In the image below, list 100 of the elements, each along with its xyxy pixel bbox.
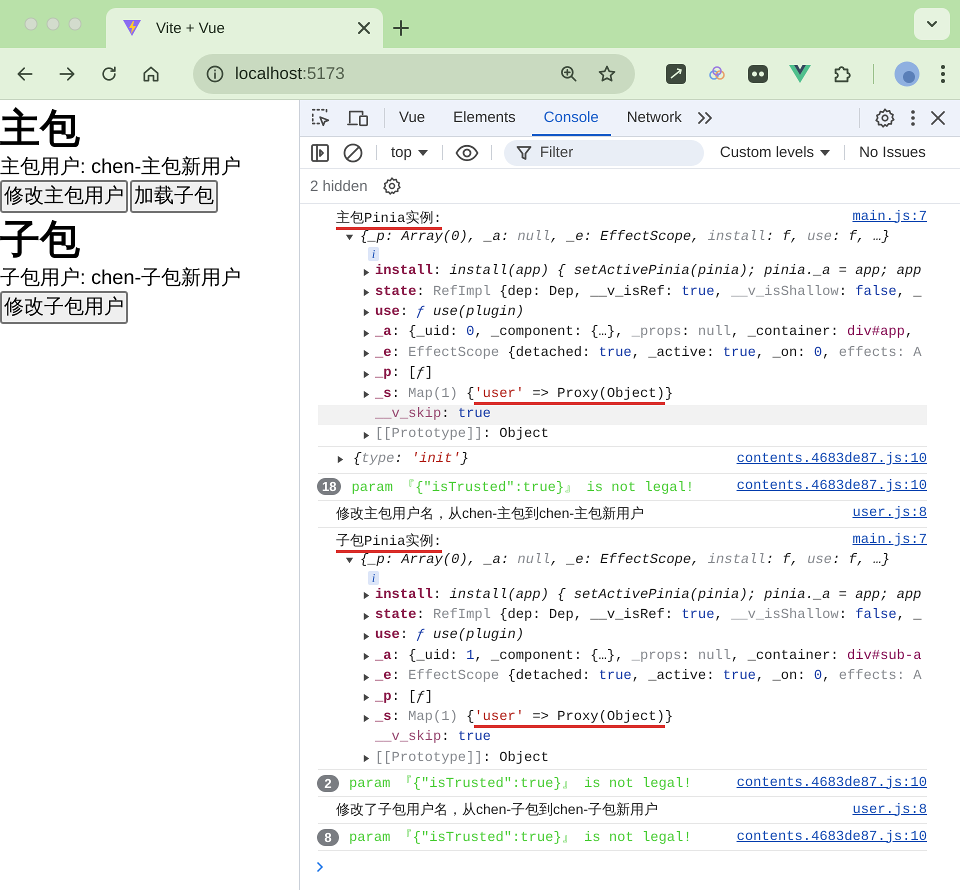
log-text: 修改了子包用户名，从chen-子包到chen-子包新用户 <box>336 801 658 820</box>
triangle-icon[interactable] <box>362 349 371 358</box>
triangle-icon[interactable] <box>362 370 371 379</box>
settings-icon[interactable] <box>382 176 402 196</box>
property-text: _e: EffectScope {detached: true, _active: true, _on: 0, effects: A <box>375 668 922 686</box>
browser-tab[interactable]: Vite + Vue <box>106 8 383 48</box>
triangle-icon[interactable] <box>362 612 371 621</box>
square-icon[interactable] <box>665 62 687 84</box>
url-text: localhost:5173 <box>235 64 345 84</box>
triangle-icon[interactable] <box>362 430 371 440</box>
property-row[interactable]: [[Prototype]]: Object <box>318 425 927 446</box>
repeat-count: 2 <box>317 774 339 792</box>
triangle-icon[interactable] <box>362 632 371 641</box>
close-icon[interactable] <box>357 21 371 35</box>
triangle-icon[interactable] <box>345 556 354 566</box>
property-row[interactable]: _p: [ƒ] <box>318 364 927 384</box>
property-row[interactable]: state: RefImpl {dep: Dep, __v_isRef: true, __v_isShallow: false, _ <box>318 282 927 303</box>
property-row[interactable]: __v_skip: true <box>318 728 927 749</box>
page-button[interactable]: 修改主包用户 <box>0 180 128 213</box>
clear-icon[interactable] <box>342 142 364 164</box>
devtools-tab[interactable]: Vue <box>387 100 438 136</box>
info-icon[interactable] <box>205 64 225 84</box>
property-row[interactable]: use: ƒ use(plugin) <box>318 302 927 324</box>
object-preview: {_p: Array(0), _a: null, _e: EffectScope, install: f, use: f, …} <box>360 230 890 244</box>
property-text: state: RefImpl {dep: Dep, __v_isRef: true, __v_isShallow: false, _ <box>375 284 922 302</box>
triangle-icon[interactable] <box>362 591 371 600</box>
property-row[interactable]: _s: Map(1) {'user' => Proxy(Object)} <box>318 708 927 728</box>
filter-input[interactable]: Filter <box>540 144 690 161</box>
page-button[interactable]: 加载子包 <box>130 180 218 213</box>
property-row[interactable]: _a: {_uid: 1, _component: {…}, _props: null, _container: div#sub-a <box>318 646 927 668</box>
property-row[interactable]: _p: [ƒ] <box>318 687 927 708</box>
avatar-icon[interactable] <box>894 60 920 86</box>
triangle-icon[interactable] <box>362 308 371 318</box>
property-row[interactable]: _e: EffectScope {detached: true, _active: true, _on: 0, effects: A <box>318 667 927 688</box>
devtools-tab[interactable]: Console <box>532 100 611 136</box>
property-text: __v_skip: true <box>375 406 491 424</box>
property-text: _e: EffectScope {detached: true, _active: true, _on: 0, effects: A <box>375 344 922 363</box>
tab-title: Vite + Vue <box>156 20 226 36</box>
triangle-icon[interactable] <box>345 232 354 242</box>
new-tab-icon[interactable] <box>393 20 409 36</box>
triangle-icon[interactable] <box>362 328 371 338</box>
context-dropdown[interactable]: top <box>389 137 430 168</box>
property-text: _a: {_uid: 1, _component: {…}, _props: null, _container: div#sub-a <box>375 648 922 666</box>
property-text: __v_skip: true <box>375 729 491 748</box>
settings-icon[interactable] <box>874 107 896 129</box>
info-badge: i <box>368 247 379 261</box>
triangle-icon[interactable] <box>362 693 371 702</box>
property-row[interactable]: __v_skip: true <box>318 404 927 426</box>
devtools-tab[interactable]: Network <box>614 100 694 136</box>
zoom-icon[interactable] <box>559 64 579 84</box>
more-icon[interactable] <box>940 64 946 84</box>
triangle-icon[interactable] <box>362 652 371 662</box>
source-link[interactable]: main.js:7 <box>852 210 927 224</box>
source-link[interactable]: contents.4683de87.js:10 <box>736 479 927 494</box>
more-icon[interactable] <box>910 109 916 127</box>
devtools-tab[interactable]: Elements <box>441 100 528 136</box>
star-icon[interactable] <box>597 64 617 84</box>
property-text: [[Prototype]]: Object <box>375 750 549 768</box>
triangle-icon[interactable] <box>362 390 371 400</box>
triangle-icon[interactable] <box>362 714 371 723</box>
source-link[interactable]: user.js:8 <box>852 506 927 522</box>
property-row[interactable]: install: install(app) { setActivePinia(pinia); pinia._a = app; app <box>318 586 927 606</box>
log-text: 修改主包用户名，从chen-主包到chen-主包新用户 <box>336 504 644 523</box>
levels-dropdown[interactable]: Custom levels <box>718 137 832 168</box>
filter-field[interactable]: Filter <box>504 140 704 166</box>
page-button[interactable]: 修改子包用户 <box>0 291 128 324</box>
log-text: 主包Pinia实例: <box>336 204 442 230</box>
property-row[interactable]: install: install(app) { setActivePinia(pinia); pinia._a = app; app <box>318 262 927 282</box>
address-bar[interactable]: localhost:5173 <box>193 54 635 94</box>
property-row[interactable]: use: ƒ use(plugin) <box>318 626 927 647</box>
triangle-icon[interactable] <box>362 754 371 764</box>
sidebar-icon[interactable] <box>310 142 330 162</box>
source-link[interactable]: main.js:7 <box>852 533 927 548</box>
property-row[interactable]: state: RefImpl {dep: Dep, __v_isRef: true, __v_isShallow: false, _ <box>318 606 927 626</box>
property-row[interactable]: _e: EffectScope {detached: true, _active: true, _on: 0, effects: A <box>318 344 927 364</box>
rounded-square-icon[interactable] <box>747 62 769 84</box>
log-text: 子包Pinia实例: <box>336 528 442 554</box>
triangle-icon[interactable] <box>362 288 371 298</box>
object-preview: {_p: Array(0), _a: null, _e: EffectScope, install: f, use: f, …} <box>360 553 890 568</box>
eye-icon[interactable] <box>454 144 479 162</box>
issues-button[interactable]: No Issues <box>857 137 928 168</box>
more-tabs-icon[interactable] <box>696 110 714 126</box>
triangle-icon[interactable] <box>362 268 371 277</box>
caret-icon <box>418 148 428 156</box>
triangle-icon[interactable] <box>336 455 345 464</box>
property-text: state: RefImpl {dep: Dep, __v_isRef: true, __v_isShallow: false, _ <box>375 607 922 626</box>
source-link[interactable]: contents.4683de87.js:10 <box>736 776 927 791</box>
inspect-icon[interactable] <box>310 107 332 129</box>
property-text: _p: [ƒ] <box>375 688 433 707</box>
source-link[interactable]: contents.4683de87.js:10 <box>736 452 927 468</box>
source-link[interactable]: contents.4683de87.js:10 <box>736 830 927 845</box>
v-logo-icon[interactable] <box>789 64 811 84</box>
property-row[interactable]: [[Prototype]]: Object <box>318 748 927 770</box>
close-icon[interactable] <box>930 110 946 126</box>
property-row[interactable]: _a: {_uid: 0, _component: {…}, _props: null, _container: div#app, <box>318 323 927 344</box>
triangle-icon[interactable] <box>362 672 371 682</box>
source-link[interactable]: user.js:8 <box>852 802 927 818</box>
prompt-icon[interactable] <box>316 861 324 874</box>
home-icon[interactable] <box>141 64 161 84</box>
property-text: _s: Map(1) {'user' => Proxy(Object)} <box>375 708 674 728</box>
